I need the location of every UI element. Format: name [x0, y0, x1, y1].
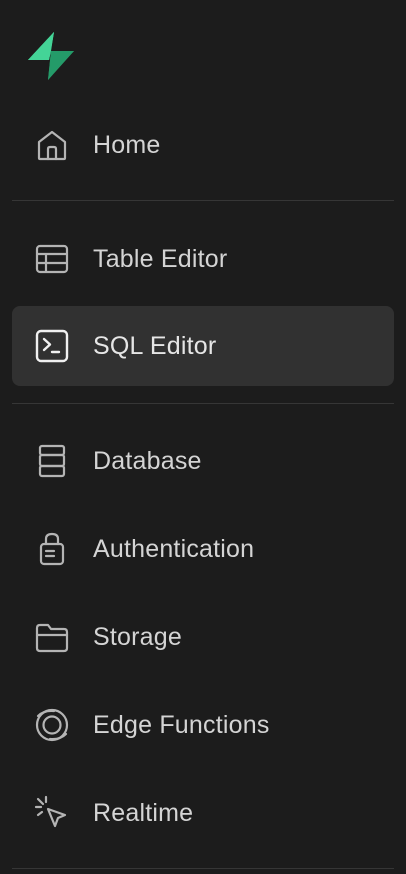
- database-icon: [34, 443, 70, 479]
- divider: [12, 403, 394, 404]
- sidebar-item-label: Realtime: [93, 798, 194, 827]
- sidebar-item-realtime[interactable]: Realtime: [12, 773, 394, 853]
- sidebar-item-edge-functions[interactable]: Edge Functions: [12, 685, 394, 765]
- sidebar-item-database[interactable]: Database: [12, 421, 394, 501]
- sidebar-item-home[interactable]: Home: [12, 105, 394, 185]
- divider: [12, 868, 394, 869]
- sidebar-item-sql-editor[interactable]: SQL Editor: [12, 306, 394, 386]
- sidebar-item-label: Authentication: [93, 534, 255, 563]
- sidebar-item-authentication[interactable]: Authentication: [12, 509, 394, 589]
- sidebar-item-label: Database: [93, 446, 202, 475]
- sidebar-item-label: SQL Editor: [93, 331, 217, 360]
- sidebar-item-label: Storage: [93, 622, 182, 651]
- lock-icon: [34, 531, 70, 567]
- folder-icon: [34, 619, 70, 655]
- table-icon: [34, 241, 70, 277]
- cursor-click-icon: [34, 795, 70, 831]
- terminal-icon: [34, 328, 70, 364]
- sidebar-item-label: Home: [93, 130, 161, 159]
- divider: [12, 200, 394, 201]
- sidebar-item-label: Edge Functions: [93, 710, 270, 739]
- globe-icon: [34, 707, 70, 743]
- sidebar-item-label: Table Editor: [93, 244, 228, 273]
- sidebar-item-storage[interactable]: Storage: [12, 597, 394, 677]
- sidebar-item-table-editor[interactable]: Table Editor: [12, 219, 394, 299]
- supabase-logo-icon[interactable]: [24, 29, 78, 83]
- sidebar: Home Table Editor SQL Editor Database Au…: [0, 0, 406, 874]
- home-icon: [34, 127, 70, 163]
